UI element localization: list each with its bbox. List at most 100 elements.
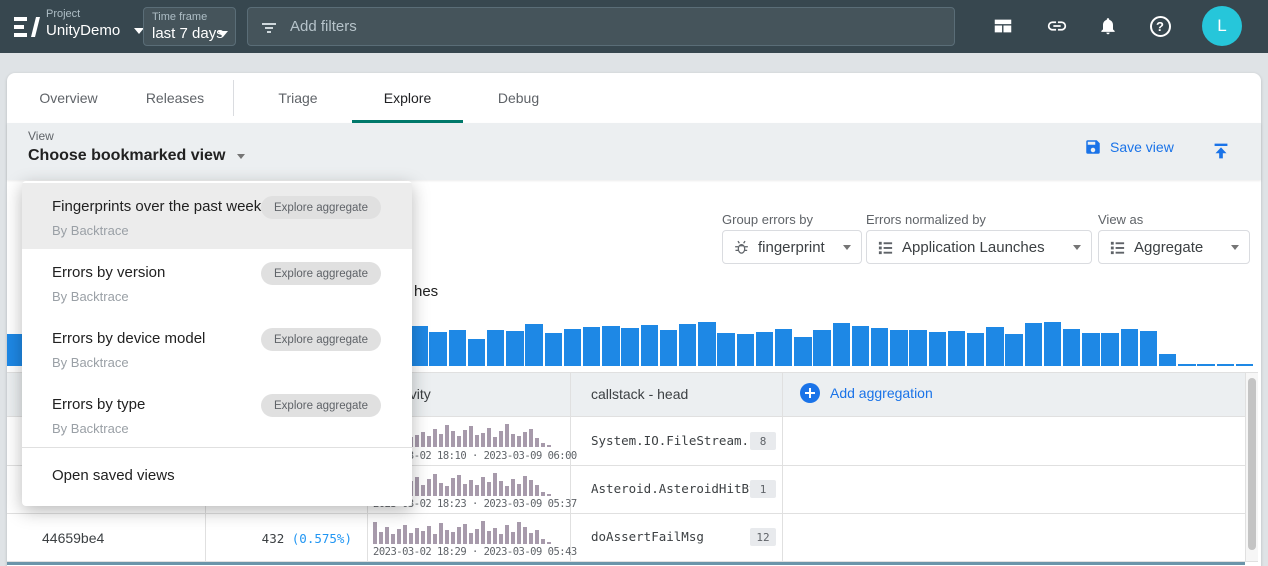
tab-explore[interactable]: Explore bbox=[352, 73, 463, 123]
chart-bar[interactable] bbox=[813, 330, 830, 366]
chart-bar[interactable] bbox=[1197, 364, 1214, 366]
sparkline-bar bbox=[541, 443, 545, 447]
sparkline-bar bbox=[481, 521, 485, 544]
chart-bar[interactable] bbox=[1005, 334, 1022, 366]
sparkline-bar bbox=[373, 522, 377, 544]
backtrace-logo-icon[interactable] bbox=[12, 12, 42, 42]
help-button[interactable]: ? bbox=[1146, 12, 1174, 40]
chart-bar[interactable] bbox=[410, 326, 427, 366]
sparkline-bar bbox=[463, 524, 467, 544]
view-as-dropdown[interactable]: Aggregate bbox=[1098, 230, 1250, 264]
menu-item-errors-by-type[interactable]: Errors by type Explore aggregate By Back… bbox=[22, 381, 412, 447]
sparkline-bar bbox=[487, 482, 491, 496]
save-view-button[interactable]: Save view bbox=[1084, 138, 1174, 156]
menu-item-errors-by-version[interactable]: Errors by version Explore aggregate By B… bbox=[22, 249, 412, 315]
chart-bar[interactable] bbox=[621, 328, 638, 366]
chart-bar[interactable] bbox=[756, 332, 773, 366]
upload-icon bbox=[1210, 140, 1232, 162]
sparkline-bar bbox=[511, 434, 515, 447]
chart-bar[interactable] bbox=[737, 334, 754, 366]
chart-bar[interactable] bbox=[679, 324, 696, 366]
sparkline-bar bbox=[385, 527, 389, 544]
chart-bar[interactable] bbox=[1159, 354, 1176, 366]
chart-bar[interactable] bbox=[449, 330, 466, 366]
chart-bar[interactable] bbox=[545, 333, 562, 366]
chart-bar[interactable] bbox=[871, 328, 888, 366]
chart-bar[interactable] bbox=[833, 323, 850, 366]
chart-bar[interactable] bbox=[794, 337, 811, 366]
share-link-button[interactable] bbox=[1043, 12, 1071, 40]
timeframe-selector[interactable]: Time frame last 7 days bbox=[143, 7, 236, 46]
sparkline-bar bbox=[499, 481, 503, 496]
chart-bar[interactable] bbox=[1178, 364, 1195, 366]
chart-bar[interactable] bbox=[909, 330, 926, 366]
sparkline-bar bbox=[469, 426, 473, 447]
add-aggregation-button[interactable]: Add aggregation bbox=[800, 383, 933, 403]
tab-releases[interactable]: Releases bbox=[117, 73, 233, 123]
chart-bar[interactable] bbox=[1082, 333, 1099, 366]
chart-bar[interactable] bbox=[890, 330, 907, 366]
menu-item-errors-by-device-model[interactable]: Errors by device model Explore aggregate… bbox=[22, 315, 412, 381]
vertical-scrollbar[interactable] bbox=[1248, 378, 1256, 550]
horizontal-scrollbar[interactable] bbox=[7, 562, 1245, 565]
bell-icon bbox=[1098, 16, 1118, 36]
dashboard-button[interactable] bbox=[989, 12, 1017, 40]
menu-item-open-saved-views[interactable]: Open saved views bbox=[22, 447, 412, 506]
chart-bar[interactable] bbox=[986, 327, 1003, 366]
chart-bar[interactable] bbox=[1044, 322, 1061, 366]
bookmarked-view-selector[interactable]: Choose bookmarked view bbox=[28, 147, 245, 165]
chart-bar[interactable] bbox=[583, 327, 600, 366]
callstack-count-badge: 8 bbox=[750, 432, 776, 450]
errors-percent: (0.575%) bbox=[292, 531, 352, 546]
sparkline-bar bbox=[463, 430, 467, 447]
sparkline-bar bbox=[547, 494, 551, 496]
chart-bar[interactable] bbox=[602, 326, 619, 366]
tab-triage[interactable]: Triage bbox=[233, 73, 363, 123]
chart-bar[interactable] bbox=[1063, 329, 1080, 366]
chart-bar[interactable] bbox=[525, 324, 542, 366]
chart-bar[interactable] bbox=[1121, 329, 1138, 366]
tab-overview[interactable]: Overview bbox=[20, 73, 117, 123]
chart-bar[interactable] bbox=[429, 332, 446, 366]
notifications-button[interactable] bbox=[1094, 12, 1122, 40]
chart-bar[interactable] bbox=[1140, 331, 1157, 366]
chart-bar[interactable] bbox=[967, 333, 984, 366]
errors-count-cell: 432 (0.575%) bbox=[212, 531, 352, 546]
chart-bar[interactable] bbox=[717, 333, 734, 366]
save-icon bbox=[1084, 138, 1102, 156]
filter-icon bbox=[260, 18, 278, 36]
chart-bar[interactable] bbox=[948, 331, 965, 366]
chart-bar[interactable] bbox=[660, 330, 677, 366]
column-header-callstack-head[interactable]: callstack - head bbox=[591, 386, 688, 402]
chart-bar[interactable] bbox=[564, 329, 581, 366]
sparkline-bar bbox=[517, 484, 521, 496]
chart-bar[interactable] bbox=[641, 325, 658, 366]
explore-aggregate-badge: Explore aggregate bbox=[261, 262, 381, 285]
sparkline-bar bbox=[433, 534, 437, 544]
chart-bar[interactable] bbox=[1025, 323, 1042, 366]
avatar[interactable]: L bbox=[1202, 6, 1242, 46]
project-selector[interactable]: UnityDemo bbox=[46, 22, 144, 39]
collapse-header-button[interactable] bbox=[1210, 140, 1232, 167]
chart-bar[interactable] bbox=[468, 339, 485, 366]
normalized-by-dropdown[interactable]: Application Launches bbox=[866, 230, 1092, 264]
chart-bar[interactable] bbox=[506, 331, 523, 366]
table-row[interactable]: 44659be4 432 (0.575%) 2023-03-02 18:29 ·… bbox=[7, 514, 1258, 561]
sparkline-bar bbox=[457, 527, 461, 544]
chart-bar[interactable] bbox=[487, 330, 504, 366]
chart-bar[interactable] bbox=[775, 329, 792, 366]
chart-bar[interactable] bbox=[1236, 364, 1253, 366]
sparkline-bar bbox=[475, 529, 479, 544]
menu-item-fingerprints-week[interactable]: Fingerprints over the past week Explore … bbox=[22, 183, 412, 249]
chart-bar[interactable] bbox=[929, 332, 946, 366]
group-by-dropdown[interactable]: fingerprint bbox=[722, 230, 862, 264]
chart-bar[interactable] bbox=[1101, 333, 1118, 366]
chevron-down-icon bbox=[1073, 245, 1081, 250]
tab-debug[interactable]: Debug bbox=[463, 73, 574, 123]
sparkline-bar bbox=[535, 485, 539, 496]
chart-bar[interactable] bbox=[698, 322, 715, 366]
chart-bar[interactable] bbox=[1217, 364, 1234, 366]
fingerprint-cell: 44659be4 bbox=[42, 530, 104, 546]
add-filters-input[interactable]: Add filters bbox=[247, 7, 955, 46]
chart-bar[interactable] bbox=[852, 326, 869, 366]
